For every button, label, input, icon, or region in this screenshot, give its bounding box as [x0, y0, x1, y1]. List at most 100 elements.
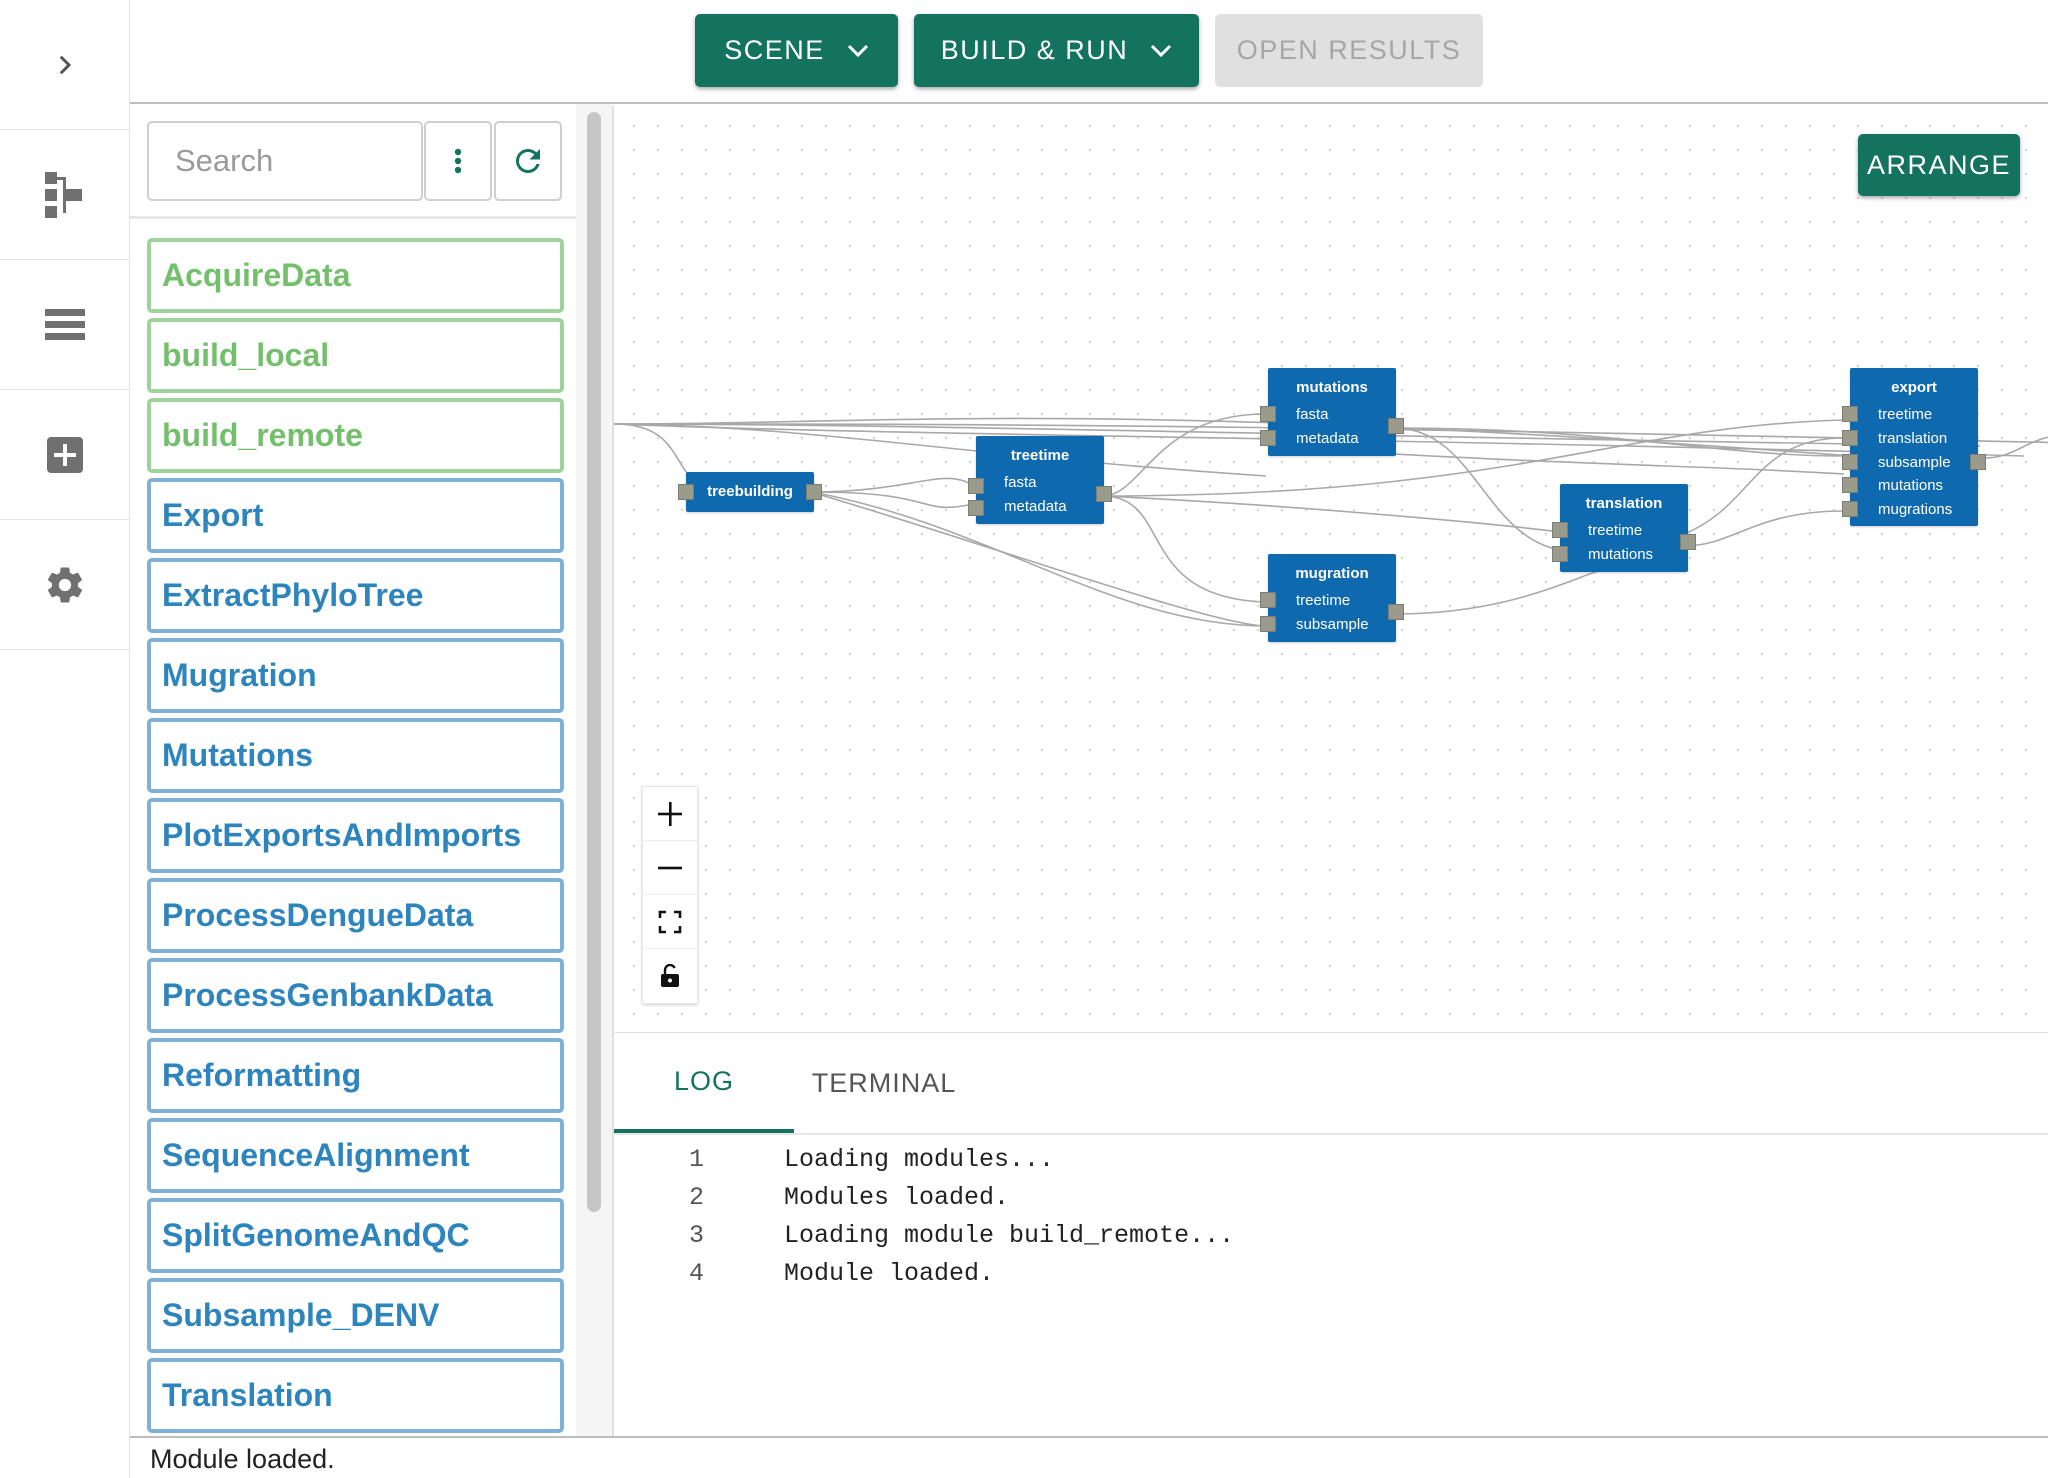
fit-view-icon	[658, 910, 682, 933]
node-port-label: fasta	[1296, 406, 1329, 423]
arrange-button[interactable]: ARRANGE	[1858, 134, 2020, 196]
node-output-socket[interactable]	[1388, 604, 1404, 620]
node-output-socket[interactable]	[806, 484, 822, 500]
list-view-button[interactable]	[0, 260, 129, 390]
plus-icon	[658, 801, 682, 826]
node-input-socket[interactable]	[968, 478, 984, 494]
module-item-subsample-denv[interactable]: Subsample_DENV	[147, 1278, 564, 1353]
node-input-socket[interactable]	[1260, 592, 1276, 608]
lock-toggle-button[interactable]	[643, 949, 697, 1003]
node-treebuilding[interactable]: treebuilding	[678, 472, 822, 512]
node-export[interactable]: export treetime translation subsample mu…	[1842, 368, 1986, 526]
node-mutations[interactable]: mutations fasta metadata	[1260, 368, 1404, 456]
build-run-menu-button[interactable]: BUILD & RUN	[914, 14, 1199, 87]
module-label: ProcessGenbankData	[162, 977, 493, 1013]
tab-log[interactable]: LOG	[614, 1033, 794, 1133]
zoom-in-button[interactable]	[643, 787, 697, 841]
module-item-mugration[interactable]: Mugration	[147, 638, 564, 713]
node-port-label: metadata	[1296, 430, 1359, 447]
node-input-socket[interactable]	[1842, 454, 1858, 470]
top-toolbar: SCENE BUILD & RUN OPEN RESULTS	[130, 0, 2048, 104]
edge	[1393, 427, 1561, 551]
open-results-button[interactable]: OPEN RESULTS	[1215, 14, 1483, 87]
node-input-socket[interactable]	[1842, 406, 1858, 422]
settings-button[interactable]	[0, 520, 129, 650]
node-title: translation	[1585, 495, 1663, 512]
node-port-label: subsample	[1878, 454, 1951, 471]
status-bar: Module loaded.	[130, 1436, 2048, 1478]
chevron-down-icon	[1151, 44, 1172, 57]
module-panel: AcquireData build_local build_remote Exp…	[130, 104, 612, 1436]
more-vert-icon	[454, 148, 462, 174]
node-translation[interactable]: translation treetime mutations	[1552, 484, 1696, 572]
node-port-label: mutations	[1878, 477, 1944, 494]
node-output-socket[interactable]	[1970, 454, 1986, 470]
node-input-socket[interactable]	[968, 500, 984, 516]
node-port-label: mutations	[1588, 546, 1654, 563]
fit-view-button[interactable]	[643, 895, 697, 949]
node-input-socket[interactable]	[1260, 406, 1276, 422]
module-item-sequencealignment[interactable]: SequenceAlignment	[147, 1118, 564, 1193]
log-line-text: Loading modules...	[784, 1145, 1055, 1174]
node-input-socket[interactable]	[1552, 546, 1568, 562]
log-line: 1 Loading modules...	[614, 1145, 1814, 1183]
node-title: treebuilding	[707, 483, 793, 500]
module-item-reformatting[interactable]: Reformatting	[147, 1038, 564, 1113]
module-item-export[interactable]: Export	[147, 478, 564, 553]
zoom-out-button[interactable]	[643, 841, 697, 895]
node-input-socket[interactable]	[1842, 501, 1858, 517]
expand-rail-button[interactable]	[0, 0, 129, 130]
node-output-socket[interactable]	[1096, 486, 1112, 502]
node-input-socket[interactable]	[1842, 477, 1858, 493]
log-line: 2 Modules loaded.	[614, 1183, 1814, 1221]
edge	[811, 477, 975, 493]
arrange-label: ARRANGE	[1866, 149, 2012, 180]
log-line-number: 3	[688, 1221, 704, 1250]
workflow-canvas[interactable]: treebuilding treetime fasta metadata mut…	[612, 106, 2048, 1032]
node-output-socket[interactable]	[1680, 534, 1696, 550]
more-options-button[interactable]	[424, 121, 492, 201]
app-window: SCENE BUILD & RUN OPEN RESULTS AcquireDa…	[0, 0, 2048, 1478]
module-item-mutations[interactable]: Mutations	[147, 718, 564, 793]
module-label: SequenceAlignment	[162, 1137, 470, 1173]
chevron-right-icon	[59, 55, 71, 74]
build-run-label: BUILD & RUN	[940, 35, 1129, 65]
module-item-plotexportsandimports[interactable]: PlotExportsAndImports	[147, 798, 564, 873]
node-output-socket[interactable]	[1388, 418, 1404, 434]
node-treetime[interactable]: treetime fasta metadata	[968, 436, 1112, 524]
node-port-label: translation	[1878, 430, 1948, 447]
module-item-extractphylotree[interactable]: ExtractPhyloTree	[147, 558, 564, 633]
node-port-label: treetime	[1296, 592, 1351, 609]
module-search-input[interactable]	[147, 121, 423, 201]
module-label: ExtractPhyloTree	[162, 577, 424, 613]
log-line: 4 Module loaded.	[614, 1259, 1814, 1297]
log-pane: LOG TERMINAL 1 Loading modules... 2 Modu…	[612, 1032, 2048, 1436]
module-item-acquiredata[interactable]: AcquireData	[147, 238, 564, 313]
tree-view-button[interactable]	[0, 130, 129, 260]
node-input-socket[interactable]	[1842, 430, 1858, 446]
log-line: 3 Loading module build_remote...	[614, 1221, 1814, 1259]
module-item-processdenguedata[interactable]: ProcessDengueData	[147, 878, 564, 953]
node-mugration[interactable]: mugration treetime subsample	[1260, 554, 1404, 642]
module-label: Export	[162, 497, 264, 533]
node-title: mugration	[1295, 565, 1369, 582]
edge	[1393, 565, 1615, 615]
node-input-socket[interactable]	[1552, 522, 1568, 538]
module-item-splitgenomeandqc[interactable]: SplitGenomeAndQC	[147, 1198, 564, 1273]
module-item-translation[interactable]: Translation	[147, 1358, 564, 1433]
node-input-socket[interactable]	[678, 484, 694, 500]
add-module-button[interactable]	[0, 390, 129, 520]
scene-label: SCENE	[724, 35, 825, 65]
module-item-processgenbankdata[interactable]: ProcessGenbankData	[147, 958, 564, 1033]
status-text: Module loaded.	[150, 1444, 335, 1474]
module-item-build-remote[interactable]: build_remote	[147, 398, 564, 473]
tab-terminal[interactable]: TERMINAL	[794, 1033, 974, 1133]
node-input-socket[interactable]	[1260, 430, 1276, 446]
module-panel-scrollbar[interactable]	[587, 112, 601, 1212]
scene-menu-button[interactable]: SCENE	[695, 14, 898, 87]
node-port-label: fasta	[1004, 474, 1037, 491]
refresh-button[interactable]	[494, 121, 562, 201]
node-input-socket[interactable]	[1260, 616, 1276, 632]
module-item-build-local[interactable]: build_local	[147, 318, 564, 393]
module-label: Reformatting	[162, 1057, 362, 1093]
